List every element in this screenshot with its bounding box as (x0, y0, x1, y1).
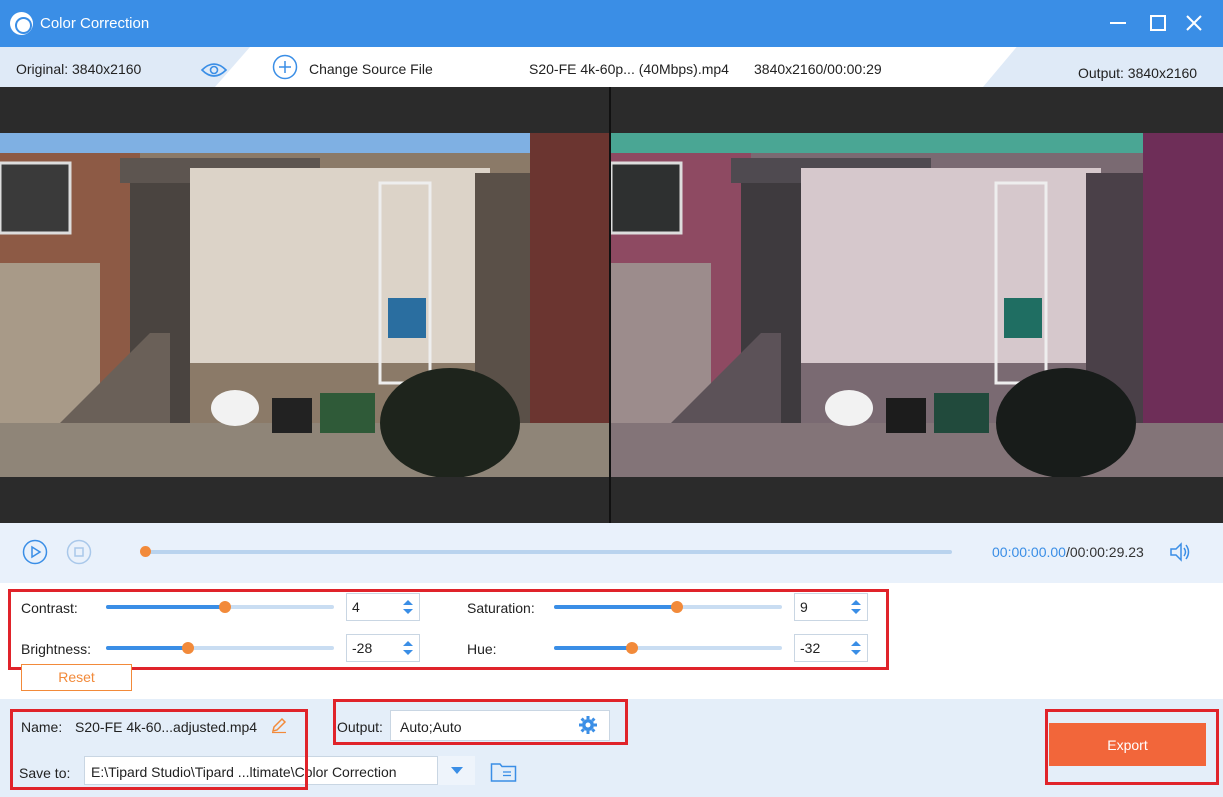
play-icon[interactable] (22, 539, 48, 565)
stepper-arrows-icon[interactable] (401, 637, 415, 659)
adjustments-highlight (8, 589, 889, 670)
progress-knob[interactable] (140, 546, 151, 557)
brightness-slider-knob[interactable] (182, 642, 195, 654)
info-bar: Original: 3840x2160 Change Source File S… (0, 47, 1223, 87)
preview-area (0, 87, 1223, 523)
brightness-stepper[interactable] (346, 634, 420, 662)
export-bar: Name: S20-FE 4k-60...adjusted.mp4 Output… (0, 699, 1223, 797)
playback-bar: 00:00:00.00/00:00:29.23 (0, 523, 1223, 583)
contrast-slider-knob[interactable] (218, 601, 231, 613)
hue-label: Hue: (467, 641, 497, 657)
stop-icon[interactable] (66, 539, 92, 565)
hue-stepper[interactable] (794, 634, 868, 662)
brightness-slider[interactable] (106, 642, 334, 654)
stepper-arrows-icon[interactable] (401, 596, 415, 618)
stepper-arrows-icon[interactable] (849, 637, 863, 659)
brightness-label: Brightness: (21, 641, 92, 657)
saturation-slider-knob[interactable] (671, 601, 684, 613)
contrast-slider-fill (106, 605, 225, 609)
stepper-arrows-icon[interactable] (849, 596, 863, 618)
saturation-slider-fill (554, 605, 678, 609)
hue-slider-knob[interactable] (625, 642, 638, 654)
window-title: Color Correction (40, 15, 150, 32)
chevron-down-icon[interactable] (437, 756, 475, 785)
contrast-input[interactable] (347, 594, 401, 620)
saturation-stepper[interactable] (794, 593, 868, 621)
folder-icon[interactable] (490, 760, 517, 783)
source-file-meta: 3840x2160/00:00:29 (754, 61, 882, 77)
output-format-value: Auto;Auto (400, 719, 462, 735)
total-time: /00:00:29.23 (1065, 544, 1144, 560)
reset-button[interactable]: Reset (21, 664, 132, 691)
saturation-input[interactable] (795, 594, 849, 620)
hue-slider-fill (554, 646, 632, 650)
output-resolution: Output: 3840x2160 (1078, 65, 1198, 81)
contrast-stepper[interactable] (346, 593, 420, 621)
plus-circle-icon[interactable] (272, 54, 298, 80)
eye-icon[interactable] (200, 61, 228, 79)
save-to-label: Save to: (19, 765, 71, 781)
volume-icon[interactable] (1168, 541, 1192, 563)
pencil-icon[interactable] (270, 716, 288, 734)
contrast-slider[interactable] (106, 601, 334, 613)
progress-track[interactable] (145, 550, 952, 554)
saturation-label: Saturation: (467, 600, 535, 616)
output-label: Output: (337, 719, 383, 735)
gear-icon[interactable] (578, 715, 598, 735)
output-format-field[interactable]: Auto;Auto (390, 710, 610, 741)
change-source-file-button[interactable]: Change Source File (309, 61, 433, 77)
hue-input[interactable] (795, 635, 849, 661)
maximize-icon[interactable] (1145, 10, 1171, 36)
app-logo-icon (10, 12, 33, 35)
brightness-slider-fill (106, 646, 189, 650)
minimize-icon[interactable] (1105, 10, 1131, 36)
contrast-label: Contrast: (21, 600, 78, 616)
save-path-field[interactable]: E:\Tipard Studio\Tipard ...ltimate\Color… (84, 756, 475, 785)
brightness-input[interactable] (347, 635, 401, 661)
adjustment-panel: Contrast: Brightness: Saturation: Hue: R… (0, 583, 1223, 699)
save-path-value: E:\Tipard Studio\Tipard ...ltimate\Color… (91, 764, 397, 780)
title-bar: Color Correction (0, 0, 1223, 47)
original-resolution: Original: 3840x2160 (16, 61, 142, 77)
output-preview-image (611, 133, 1223, 477)
saturation-slider[interactable] (554, 601, 782, 613)
source-file-name: S20-FE 4k-60p... (40Mbps).mp4 (529, 61, 729, 77)
export-button[interactable]: Export (1049, 723, 1206, 766)
name-label: Name: (21, 719, 63, 735)
time-display: 00:00:00.00/00:00:29.23 (992, 544, 1144, 560)
output-file-name: S20-FE 4k-60...adjusted.mp4 (75, 719, 258, 735)
current-time: 00:00:00.00 (992, 544, 1066, 560)
original-preview-image (0, 133, 609, 477)
close-icon[interactable] (1181, 10, 1207, 36)
hue-slider[interactable] (554, 642, 782, 654)
